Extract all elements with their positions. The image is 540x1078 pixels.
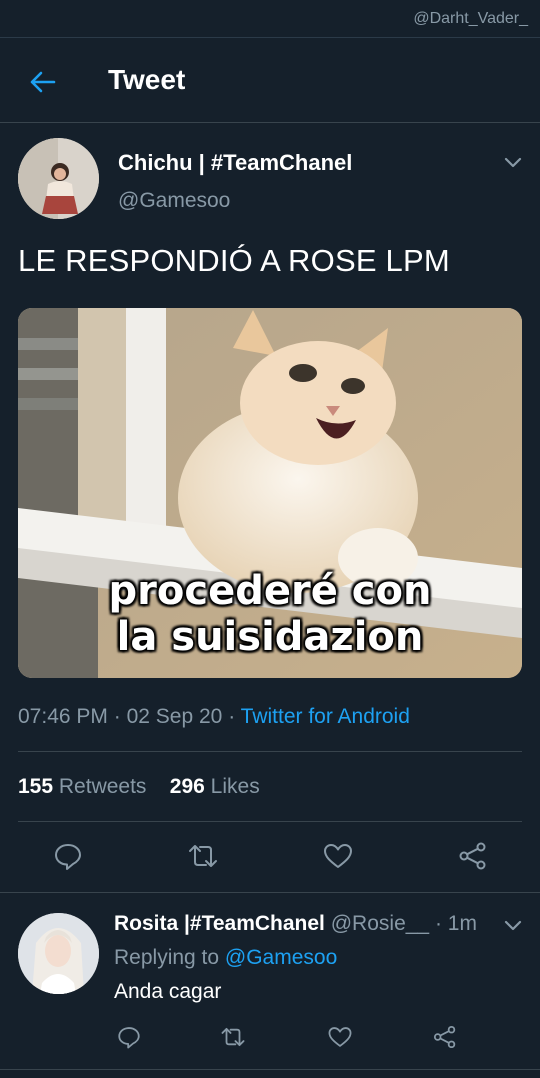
top-watermark-bar: @Darht_Vader_ <box>0 0 540 38</box>
meta-separator: · <box>228 705 236 728</box>
reply-text: Anda cagar <box>114 980 222 1003</box>
watermark-text: @Darht_Vader_ <box>413 10 528 27</box>
author-avatar[interactable] <box>18 138 99 219</box>
reply-icon[interactable] <box>52 840 84 872</box>
replying-label: Replying to <box>114 946 220 969</box>
retweets-label: Retweets <box>58 775 147 798</box>
divider <box>18 821 522 822</box>
arrow-left-icon <box>30 71 56 93</box>
reply-actions <box>0 1024 540 1054</box>
avatar-photo <box>18 913 99 994</box>
likes-stat[interactable]: 296 Likes <box>170 775 260 798</box>
meme-caption-line-2: la suisidazion <box>116 614 424 660</box>
like-icon[interactable] <box>322 840 354 872</box>
tweet-media-image[interactable]: procederé con la suisidazion <box>18 308 522 678</box>
retweets-count: 155 <box>18 775 54 798</box>
likes-label: Likes <box>210 775 260 798</box>
tweet-source-link[interactable]: Twitter for Android <box>241 705 410 728</box>
tweet-date: 02 Sep 20 <box>126 705 223 728</box>
meta-separator: · <box>434 912 442 935</box>
chevron-down-icon[interactable] <box>502 914 524 936</box>
meta-separator: · <box>113 705 121 728</box>
main-tweet: Chichu | #TeamChanel @Gamesoo LE RESPOND… <box>0 123 540 893</box>
share-icon[interactable] <box>457 840 489 872</box>
page-title: Tweet <box>108 64 186 95</box>
reply-author-avatar[interactable] <box>18 913 99 994</box>
reply-author-handle[interactable]: @Rosie__ <box>331 912 429 935</box>
chevron-down-icon[interactable] <box>502 151 524 173</box>
back-button[interactable] <box>24 64 60 100</box>
tweet-stats: 155 Retweets 296 Likes <box>18 775 260 799</box>
share-icon[interactable] <box>432 1024 458 1050</box>
tweet-meta: 07:46 PM · 02 Sep 20 · Twitter for Andro… <box>18 705 410 729</box>
replying-to: Replying to @Gamesoo <box>114 946 337 970</box>
reply-author-name[interactable]: Rosita |#TeamChanel <box>114 912 325 935</box>
retweets-stat[interactable]: 155 Retweets <box>18 775 146 798</box>
avatar-photo <box>18 138 99 219</box>
replying-to-mention[interactable]: @Gamesoo <box>225 946 337 969</box>
like-icon[interactable] <box>327 1024 353 1050</box>
tweet-text: LE RESPONDIÓ A ROSE LPM <box>18 243 450 278</box>
tweet-time: 07:46 PM <box>18 705 108 728</box>
meme-caption-line-1: procederé con <box>108 568 432 614</box>
reply-time: 1m <box>447 912 477 935</box>
tweet-actions <box>0 840 540 876</box>
author-handle[interactable]: @Gamesoo <box>118 189 230 213</box>
reply-icon[interactable] <box>116 1024 142 1050</box>
likes-count: 296 <box>169 775 205 798</box>
retweet-icon[interactable] <box>220 1024 246 1050</box>
header-bar: Tweet <box>0 38 540 123</box>
divider <box>18 751 522 752</box>
reply-header: Rosita |#TeamChanel @Rosie__ · 1m <box>114 912 477 936</box>
retweet-icon[interactable] <box>187 840 219 872</box>
author-name[interactable]: Chichu | #TeamChanel <box>118 150 352 176</box>
reply-tweet[interactable]: Rosita |#TeamChanel @Rosie__ · 1m Replyi… <box>0 894 540 1070</box>
